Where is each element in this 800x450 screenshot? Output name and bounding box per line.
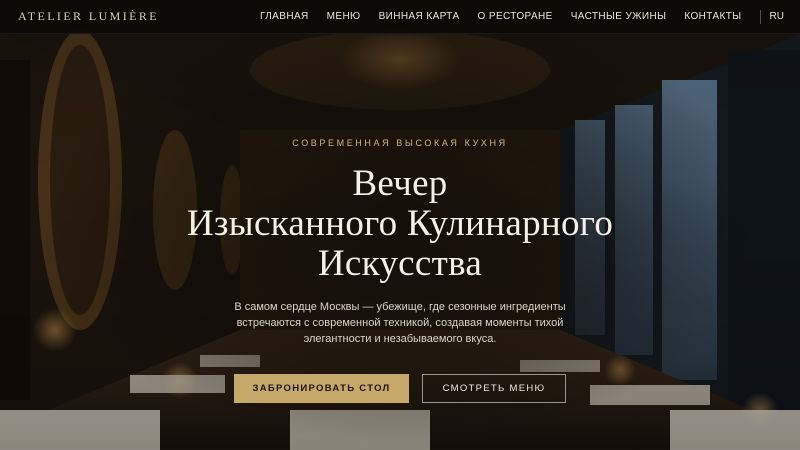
nav-home[interactable]: ГЛАВНАЯ (260, 11, 309, 22)
headline-line-2: Изысканного Кулинарного (186, 203, 614, 244)
headline-line-3: Искусства (317, 243, 483, 284)
headline-line-1: Вечер (352, 163, 448, 204)
view-menu-button[interactable]: СМОТРЕТЬ МЕНЮ (422, 374, 566, 403)
hero-description: В самом сердце Москвы — убежище, где сез… (234, 301, 566, 345)
main-navigation: ГЛАВНАЯ МЕНЮ ВИННАЯ КАРТА О РЕСТОРАНЕ ЧА… (260, 0, 784, 34)
hero-section: СОВРЕМЕННАЯ ВЫСОКАЯ КУХНЯ Вечер Изысканн… (0, 34, 800, 450)
nav-divider (759, 9, 761, 24)
nav-contacts[interactable]: КОНТАКТЫ (684, 11, 741, 22)
site-header: ATELIER LUMIÈRE ГЛАВНАЯ МЕНЮ ВИННАЯ КАРТ… (0, 0, 800, 34)
language-switcher[interactable]: RU (770, 11, 784, 22)
brand-logo[interactable]: ATELIER LUMIÈRE (18, 9, 159, 24)
nav-about[interactable]: О РЕСТОРАНЕ (478, 11, 553, 22)
book-table-button[interactable]: ЗАБРОНИРОВАТЬ СТОЛ (234, 374, 409, 403)
hero-headline: Вечер Изысканного Кулинарного Искусства (0, 164, 800, 284)
nav-private-dining[interactable]: ЧАСТНЫЕ УЖИНЫ (571, 11, 667, 22)
nav-menu[interactable]: МЕНЮ (327, 11, 361, 22)
hero-eyebrow: СОВРЕМЕННАЯ ВЫСОКАЯ КУХНЯ (292, 138, 508, 148)
nav-wine-list[interactable]: ВИННАЯ КАРТА (379, 11, 460, 22)
